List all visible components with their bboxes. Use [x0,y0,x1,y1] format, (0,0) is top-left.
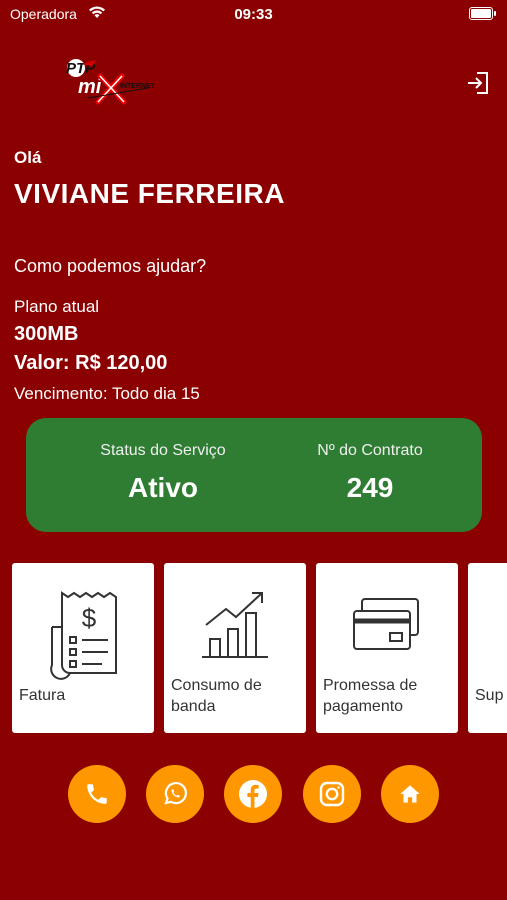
svg-text:mi: mi [78,76,102,98]
facebook-icon [239,780,267,808]
svg-text:$: $ [82,603,97,633]
battery-icon [469,7,496,20]
home-button[interactable] [381,765,439,823]
contract-number: Nº do Contrato 249 [256,442,484,504]
whatsapp-icon [164,781,187,805]
help-prompt: Como podemos ajudar? [14,256,207,276]
status-bar: Operadora 09:33 [0,0,507,28]
service-status-label: Status do Serviço [100,442,226,459]
phone-icon [87,784,107,804]
tile-suporte[interactable]: Sup [468,563,507,733]
instagram-button[interactable] [303,765,361,823]
tile-consumo-de-banda[interactable]: Consumo de banda [164,563,306,733]
home-icon [400,785,420,803]
phone-button[interactable] [68,765,126,823]
invoice-icon: $ [50,591,117,680]
plan-speed: 300MB [14,323,79,345]
tile-fatura[interactable]: $ Fatura [12,563,154,733]
logout-icon[interactable] [465,70,491,96]
plan-due-date: Vencimento: Todo dia 15 [14,384,200,403]
plan-label: Plano atual [14,297,100,316]
instagram-icon [319,781,345,807]
plan-price: Valor: R$ 120,00 [14,352,168,374]
tile-label: Promessa de pagamento [323,677,418,715]
tile-label: Sup [475,687,504,704]
tile-label: Fatura [19,687,66,704]
service-status-card: Status do Serviço Ativo Nº do Contrato 2… [26,418,482,532]
bar-chart-icon [202,592,268,658]
customer-name: VIVIANE FERREIRA [14,178,285,209]
whatsapp-button[interactable] [146,765,204,823]
svg-text:INTERNET: INTERNET [120,83,154,90]
contract-number-value: 249 [346,472,394,503]
tile-promessa-de-pagamento[interactable]: Promessa de pagamento [316,563,458,733]
clock: 09:33 [234,6,273,23]
service-status-value: Ativo [128,472,198,503]
contact-buttons [0,765,507,825]
service-status: Status do Serviço Ativo [48,442,278,504]
services-carousel[interactable]: $ Fatura Consumo de banda Promessa de pa… [0,563,507,733]
facebook-button[interactable] [224,765,282,823]
ptp-mix-logo: PTP mi INTERNET [66,59,154,105]
greeting-hello: Olá [14,148,42,167]
tile-label: Consumo de banda [171,677,262,715]
contract-number-label: Nº do Contrato [317,442,423,459]
credit-card-icon [353,598,419,650]
